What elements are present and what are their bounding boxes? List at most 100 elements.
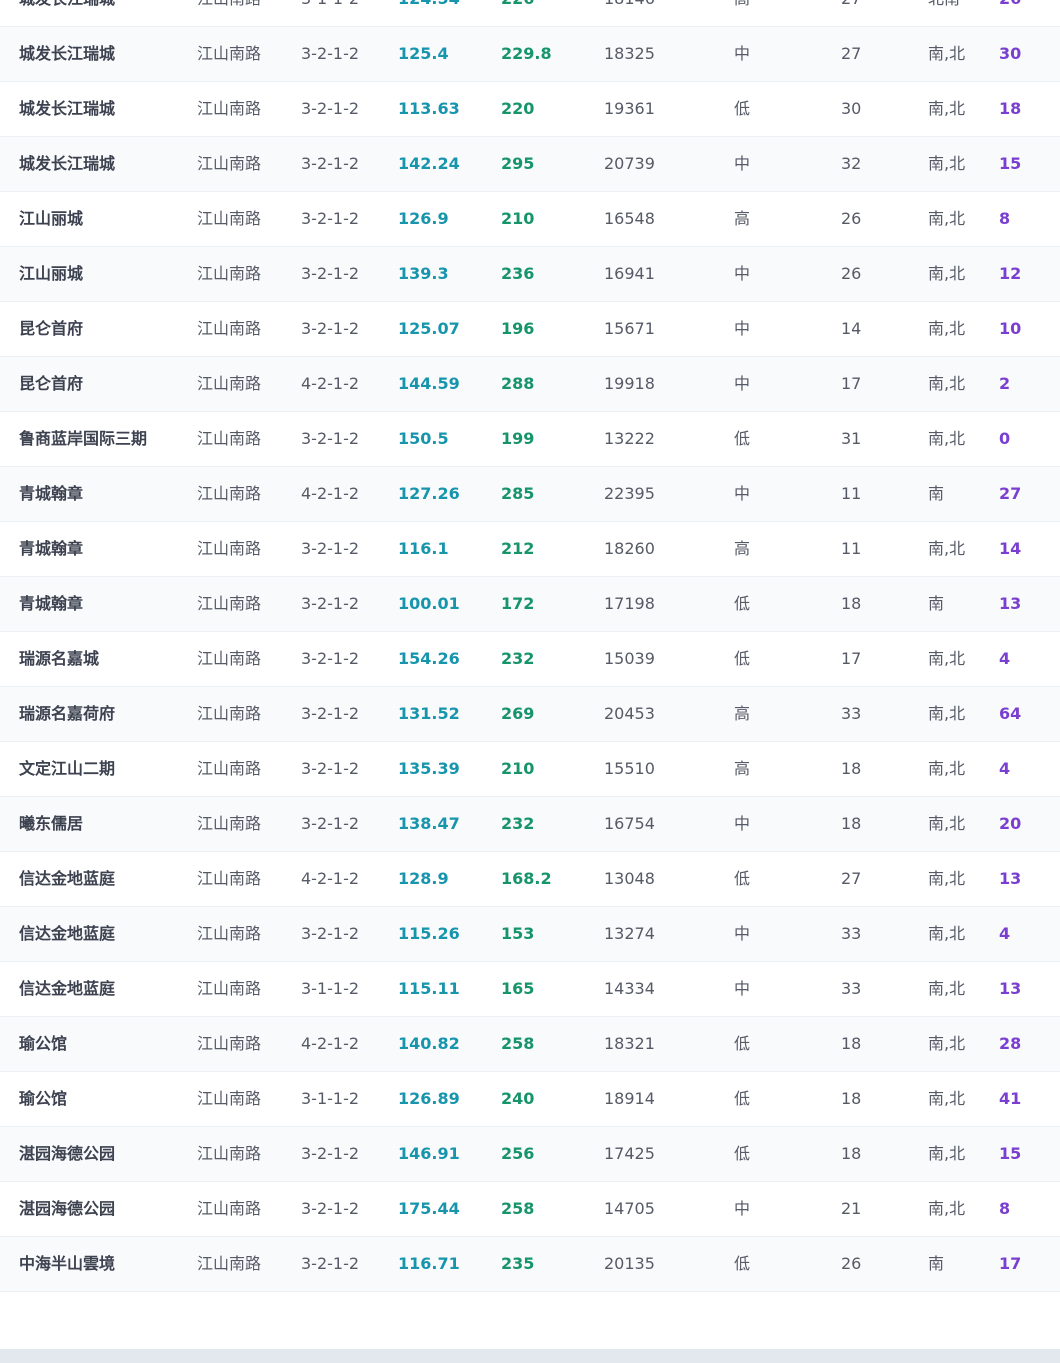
unit-price-cell: 18146 (604, 0, 655, 26)
total-price-cell: 199 (501, 429, 535, 448)
area-cell: 146.91 (398, 1144, 460, 1163)
listing-count-cell: 20 (999, 814, 1022, 833)
table-row[interactable]: 青城翰章 江山南路 3-2-1-2 116.1 212 18260 高 11 南,北 14 (0, 522, 1060, 577)
total-price-cell: 226 (501, 0, 534, 26)
listing-count-cell: 41 (999, 1089, 1022, 1108)
area-cell: 144.59 (398, 374, 460, 393)
area-cell: 116.1 (398, 539, 449, 558)
floor-level-cell: 低 (734, 429, 751, 448)
layout-cell: 4-2-1-2 (301, 869, 360, 888)
area-cell: 150.5 (398, 429, 449, 448)
table-row[interactable]: 信达金地蓝庭 江山南路 4-2-1-2 128.9 168.2 13048 低 27 南,北 13 (0, 852, 1060, 907)
floor-level-cell: 低 (734, 649, 751, 668)
table-row[interactable]: 瑜公馆 江山南路 4-2-1-2 140.82 258 18321 低 18 南,北 28 (0, 1017, 1060, 1072)
table-row[interactable]: 江山丽城 江山南路 3-2-1-2 126.9 210 16548 高 26 南,北 8 (0, 192, 1060, 247)
listing-count-cell: 15 (999, 1144, 1022, 1163)
table-row[interactable]: 瑜公馆 江山南路 3-1-1-2 126.89 240 18914 低 18 南,北 41 (0, 1072, 1060, 1127)
layout-cell: 3-2-1-2 (301, 814, 360, 833)
floor-level-cell: 中 (734, 484, 751, 503)
table-row[interactable]: 湛园海德公园 江山南路 3-2-1-2 146.91 256 17425 低 18 南,北 15 (0, 1127, 1060, 1182)
floor-level-cell: 中 (734, 319, 751, 338)
table-row[interactable]: 瑞源名嘉城 江山南路 3-2-1-2 154.26 232 15039 低 17 南,北 4 (0, 632, 1060, 687)
table-row[interactable]: 昆仑首府 江山南路 3-2-1-2 125.07 196 15671 中 14 南,北 10 (0, 302, 1060, 357)
total-price-cell: 196 (501, 319, 535, 338)
orientation-cell: 北南 (928, 0, 960, 26)
unit-price-cell: 18321 (604, 1034, 655, 1053)
listing-count-cell: 4 (999, 649, 1011, 668)
listing-count-cell: 4 (999, 924, 1011, 943)
total-floors-cell: 11 (841, 539, 862, 558)
table-row[interactable]: 昆仑首府 江山南路 4-2-1-2 144.59 288 19918 中 17 南,北 2 (0, 357, 1060, 412)
community-name-cell: 信达金地蓝庭 (19, 869, 116, 888)
listing-count-cell: 10 (999, 319, 1022, 338)
layout-cell: 3-2-1-2 (301, 209, 360, 228)
orientation-cell: 南,北 (928, 99, 966, 118)
floor-level-cell: 低 (734, 869, 751, 888)
table-row[interactable]: 曦东儒居 江山南路 3-2-1-2 138.47 232 16754 中 18 南,北 20 (0, 797, 1060, 852)
total-price-cell: 165 (501, 979, 535, 998)
layout-cell: 3-2-1-2 (301, 924, 360, 943)
orientation-cell: 南 (928, 484, 945, 503)
floor-level-cell: 中 (734, 44, 751, 63)
table-row[interactable]: 瑞源名嘉荷府 江山南路 3-2-1-2 131.52 269 20453 高 33 南,北 64 (0, 687, 1060, 742)
listing-count-cell: 27 (999, 484, 1022, 503)
unit-price-cell: 14705 (604, 1199, 655, 1218)
table-row[interactable]: 文定江山二期 江山南路 3-2-1-2 135.39 210 15510 高 18 南,北 4 (0, 742, 1060, 797)
orientation-cell: 南,北 (928, 759, 966, 778)
total-floors-cell: 18 (841, 1089, 862, 1108)
floor-level-cell: 高 (734, 539, 751, 558)
total-price-cell: 258 (501, 1034, 535, 1053)
table-row[interactable]: 江山丽城 江山南路 3-2-1-2 139.3 236 16941 中 26 南,北 12 (0, 247, 1060, 302)
area-cell: 125.07 (398, 319, 460, 338)
table-row[interactable]: 城发长江瑞城 江山南路 3-1-1-2 124.54 226 18146 高 27 北南 26 (0, 0, 1060, 27)
floor-level-cell: 中 (734, 1199, 751, 1218)
community-name-cell: 瑞源名嘉城 (19, 649, 100, 668)
listing-count-cell: 4 (999, 759, 1011, 778)
listing-count-cell: 13 (999, 869, 1022, 888)
total-floors-cell: 11 (841, 484, 862, 503)
layout-cell: 3-2-1-2 (301, 154, 360, 173)
layout-cell: 3-2-1-2 (301, 759, 360, 778)
layout-cell: 4-2-1-2 (301, 484, 360, 503)
community-name-cell: 信达金地蓝庭 (19, 979, 116, 998)
road-cell: 江山南路 (197, 704, 262, 723)
community-name-cell: 昆仑首府 (19, 374, 84, 393)
table-row[interactable]: 鲁商蓝岸国际三期 江山南路 3-2-1-2 150.5 199 13222 低 31 南,北 0 (0, 412, 1060, 467)
table-row[interactable]: 信达金地蓝庭 江山南路 3-2-1-2 115.26 153 13274 中 33 南,北 4 (0, 907, 1060, 962)
road-cell: 江山南路 (197, 99, 262, 118)
orientation-cell: 南 (928, 1254, 945, 1273)
table-row[interactable]: 湛园海德公园 江山南路 3-2-1-2 175.44 258 14705 中 21 南,北 8 (0, 1182, 1060, 1237)
road-cell: 江山南路 (197, 264, 262, 283)
listing-count-cell: 15 (999, 154, 1022, 173)
unit-price-cell: 22395 (604, 484, 655, 503)
community-name-cell: 瑜公馆 (19, 1034, 68, 1053)
community-name-cell: 昆仑首府 (19, 319, 84, 338)
unit-price-cell: 16548 (604, 209, 655, 228)
table-row[interactable]: 信达金地蓝庭 江山南路 3-1-1-2 115.11 165 14334 中 33 南,北 13 (0, 962, 1060, 1017)
total-floors-cell: 30 (841, 99, 862, 118)
table-row[interactable]: 青城翰章 江山南路 4-2-1-2 127.26 285 22395 中 11 南 27 (0, 467, 1060, 522)
table-row[interactable]: 青城翰章 江山南路 3-2-1-2 100.01 172 17198 低 18 南 13 (0, 577, 1060, 632)
layout-cell: 3-2-1-2 (301, 539, 360, 558)
orientation-cell: 南,北 (928, 1144, 966, 1163)
community-name-cell: 中海半山雲境 (19, 1254, 116, 1273)
listing-page: 城发长江瑞城江山南路3-1-1-2124.5422618146高27北南26城发… (0, 0, 1060, 1363)
total-price-cell: 232 (501, 814, 535, 833)
layout-cell: 3-1-1-2 (301, 0, 359, 26)
total-price-cell: 212 (501, 539, 535, 558)
table-row[interactable]: 城发长江瑞城 江山南路 3-2-1-2 113.63 220 19361 低 30 南,北 18 (0, 82, 1060, 137)
table-row[interactable]: 城发长江瑞城 江山南路 3-2-1-2 142.24 295 20739 中 32 南,北 15 (0, 137, 1060, 192)
total-floors-cell: 18 (841, 1034, 862, 1053)
area-cell: 127.26 (398, 484, 460, 503)
table-row[interactable]: 城发长江瑞城 江山南路 3-2-1-2 125.4 229.8 18325 中 27 南,北 30 (0, 27, 1060, 82)
unit-price-cell: 18914 (604, 1089, 655, 1108)
community-name-cell: 青城翰章 (19, 484, 84, 503)
listing-count-cell: 12 (999, 264, 1022, 283)
unit-price-cell: 13048 (604, 869, 655, 888)
area-cell: 128.9 (398, 869, 449, 888)
road-cell: 江山南路 (197, 1254, 262, 1273)
unit-price-cell: 13222 (604, 429, 655, 448)
table-row[interactable]: 中海半山雲境 江山南路 3-2-1-2 116.71 235 20135 低 26 南 17 (0, 1237, 1060, 1292)
floor-level-cell: 低 (734, 1254, 751, 1273)
road-cell: 江山南路 (197, 814, 262, 833)
